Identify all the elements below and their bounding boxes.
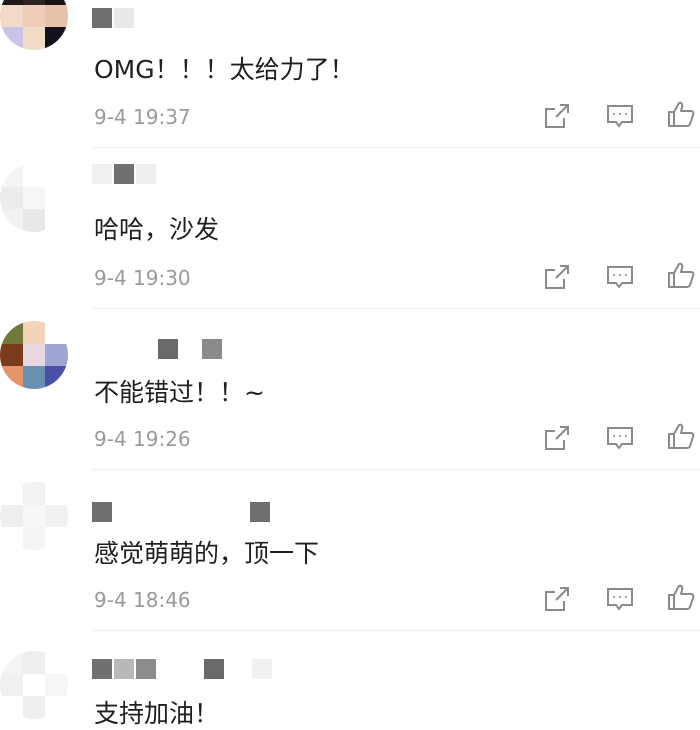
comment-timestamp: 9-4 19:26 — [94, 427, 191, 451]
share-button[interactable] — [542, 101, 572, 131]
thumbs-up-icon — [668, 101, 695, 127]
reply-button[interactable] — [605, 262, 635, 292]
share-icon — [545, 426, 569, 450]
comment-text: OMG！！！太给力了！ — [94, 55, 355, 84]
avatar[interactable] — [0, 0, 68, 50]
share-icon — [545, 587, 569, 611]
comment-icon — [607, 105, 633, 128]
comment-text: 哈哈，沙发 — [94, 215, 220, 244]
reply-button[interactable] — [605, 101, 635, 131]
share-button[interactable] — [542, 423, 572, 453]
comment-item: 哈哈，沙发 9-4 19:30 — [0, 148, 700, 309]
comment-item: 不能错过！！~ 9-4 19:26 — [0, 309, 700, 470]
reply-button[interactable] — [605, 584, 635, 614]
comment-text: 不能错过！！~ — [94, 378, 265, 407]
username-redacted[interactable] — [92, 8, 152, 32]
like-button[interactable] — [666, 582, 696, 612]
share-button[interactable] — [542, 584, 572, 614]
comment-item: 支持加油！ — [0, 631, 700, 728]
comment-text: 感觉萌萌的，顶一下 — [94, 539, 320, 568]
comment-timestamp: 9-4 19:30 — [94, 266, 191, 290]
username-redacted[interactable] — [92, 339, 232, 363]
like-button[interactable] — [666, 421, 696, 451]
username-redacted[interactable] — [92, 164, 212, 188]
avatar[interactable] — [0, 321, 68, 389]
like-button[interactable] — [666, 260, 696, 290]
thumbs-up-icon — [668, 262, 695, 288]
thumbs-up-icon — [668, 423, 695, 449]
avatar[interactable] — [0, 164, 68, 232]
comment-icon — [607, 427, 633, 450]
comment-icon — [607, 266, 633, 289]
comment-timestamp: 9-4 19:37 — [94, 105, 191, 129]
share-button[interactable] — [542, 262, 572, 292]
comment-icon — [607, 588, 633, 611]
comment-item: OMG！！！太给力了！ 9-4 19:37 — [0, 0, 700, 148]
like-button[interactable] — [666, 99, 696, 129]
share-icon — [545, 104, 569, 128]
comment-text: 支持加油！ — [94, 699, 220, 728]
username-redacted[interactable] — [92, 502, 282, 526]
comment-item: 感觉萌萌的，顶一下 9-4 18:46 — [0, 470, 700, 631]
thumbs-up-icon — [668, 584, 695, 610]
comment-timestamp: 9-4 18:46 — [94, 588, 191, 612]
share-icon — [545, 265, 569, 289]
username-redacted[interactable] — [92, 659, 282, 683]
avatar[interactable] — [0, 482, 68, 550]
avatar[interactable] — [0, 651, 68, 719]
reply-button[interactable] — [605, 423, 635, 453]
